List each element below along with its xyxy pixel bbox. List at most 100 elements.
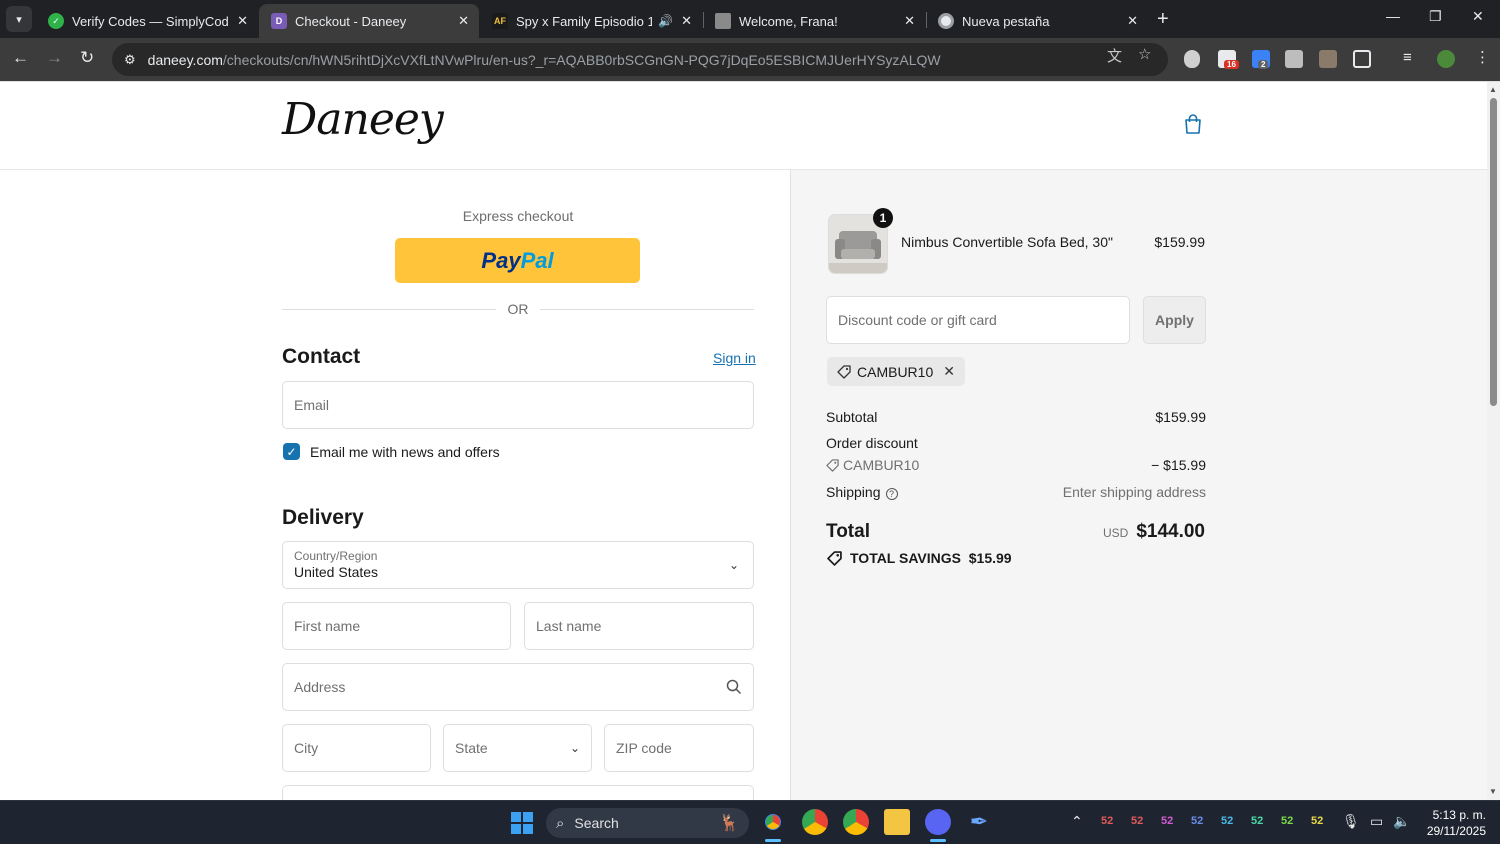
feather-app-icon[interactable]: ✒ [966, 809, 992, 835]
tray-counter[interactable]: 52 [1311, 815, 1323, 827]
extensions-puzzle-icon[interactable] [1353, 50, 1371, 68]
tray-counter[interactable]: 52 [1161, 815, 1173, 827]
newsletter-checkbox[interactable]: ✓ [283, 443, 300, 460]
url-text[interactable]: daneey.com/checkouts/cn/hWN5rihtDjXcVXfL… [148, 52, 941, 68]
subtotal-row: Subtotal $159.99 [826, 409, 1206, 425]
shipping-value: Enter shipping address [1062, 484, 1206, 500]
taskbar-search-label: Search [574, 815, 619, 831]
chrome-profile-2-icon[interactable] [802, 809, 828, 835]
taskbar-search[interactable]: ⌕ Search 🦌 [546, 808, 749, 838]
tray-counter[interactable]: 52 [1131, 815, 1143, 827]
store-logo[interactable]: Daneey [282, 94, 444, 145]
info-icon[interactable]: ? [885, 488, 898, 500]
microphone-icon[interactable]: 🎙 [1342, 813, 1360, 830]
tab-search-button[interactable]: ▾ [6, 6, 32, 32]
tray-counter[interactable]: 52 [1101, 815, 1113, 827]
zip-field[interactable]: ZIP code [604, 724, 754, 772]
speaker-icon[interactable]: 🔊 [658, 14, 673, 28]
bookmark-star-icon[interactable]: ☆ [1138, 45, 1151, 63]
browser-menu-icon[interactable]: ⋮ [1475, 48, 1490, 66]
product-name: Nimbus Convertible Sofa Bed, 30" [901, 234, 1113, 250]
tab-checkout[interactable]: D Checkout - Daneey ✕ [259, 4, 479, 38]
tray-counter[interactable]: 52 [1191, 815, 1203, 827]
discount-code-input[interactable]: Discount code or gift card [826, 296, 1130, 344]
remove-code-icon[interactable]: ✕ [943, 363, 955, 380]
extension-3-icon[interactable] [1285, 50, 1303, 68]
tab-title: Verify Codes — SimplyCodes [72, 13, 230, 29]
profile-avatar[interactable] [1437, 50, 1455, 68]
clock-date: 29/11/2025 [1426, 824, 1486, 838]
tab-welcome[interactable]: Welcome, Frana! ✕ [703, 4, 925, 38]
shopping-bag-icon[interactable] [1184, 114, 1202, 134]
tab-title: Nueva pestaña [962, 13, 1050, 29]
tab-spy-family[interactable]: AF Spy x Family Episodio 16 Su 🔊 ✕ [480, 4, 702, 38]
windows-start-icon[interactable] [511, 812, 533, 834]
minimize-icon[interactable]: — [1386, 8, 1400, 24]
close-window-icon[interactable]: ✕ [1472, 8, 1484, 25]
tray-counter[interactable]: 52 [1281, 815, 1293, 827]
volume-icon[interactable]: 🔈 [1393, 813, 1410, 830]
address-field[interactable]: Address [282, 663, 754, 711]
daneey-favicon-icon: D [271, 13, 287, 29]
tab-simplycodes[interactable]: ✓ Verify Codes — SimplyCodes ✕ [36, 4, 258, 38]
chrome-profile-3-icon[interactable] [843, 809, 869, 835]
email-field[interactable]: Email [282, 381, 754, 429]
system-clock[interactable]: 5:13 p. m. 29/11/2025 [1420, 807, 1486, 839]
shield-extension-icon[interactable] [1184, 50, 1200, 68]
close-tab-icon[interactable]: ✕ [904, 13, 915, 29]
animeflv-favicon-icon: AF [492, 13, 508, 29]
chevron-down-icon: ⌄ [569, 741, 580, 755]
total-savings: TOTAL SAVINGS $15.99 [827, 550, 1012, 566]
discount-placeholder: Discount code or gift card [838, 312, 997, 328]
close-tab-icon[interactable]: ✕ [237, 13, 248, 29]
country-value: United States [294, 564, 379, 580]
reload-icon[interactable]: ↻ [80, 48, 94, 68]
back-icon[interactable]: ← [12, 48, 29, 68]
new-tab-icon[interactable]: + [1157, 8, 1169, 31]
newsletter-option[interactable]: ✓ Email me with news and offers [283, 443, 500, 460]
close-tab-icon[interactable]: ✕ [681, 13, 692, 29]
translate-icon[interactable]: 文 [1107, 45, 1122, 66]
country-select[interactable]: Country/Region United States ⌄ [282, 541, 754, 589]
address-bar[interactable]: ⚙ daneey.com/checkouts/cn/hWN5rihtDjXcVX… [112, 43, 1168, 76]
tray-counter[interactable]: 52 [1251, 815, 1263, 827]
close-tab-icon[interactable]: ✕ [1127, 13, 1138, 29]
discord-icon[interactable] [925, 809, 951, 835]
tray-counter[interactable]: 52 [1221, 815, 1233, 827]
tab-new-tab[interactable]: Nueva pestaña ✕ [926, 4, 1148, 38]
scroll-down-icon[interactable]: ▼ [1489, 787, 1497, 796]
paypal-button[interactable]: Pay Pal [395, 238, 640, 283]
apply-button[interactable]: Apply [1143, 296, 1206, 344]
first-name-field[interactable]: First name [282, 602, 511, 650]
forward-icon[interactable]: → [46, 48, 63, 68]
clock-time: 5:13 p. m. [1432, 808, 1486, 822]
scroll-up-icon[interactable]: ▲ [1489, 85, 1497, 94]
first-name-placeholder: First name [294, 618, 361, 634]
tag-icon [827, 550, 842, 566]
browser-toolbar: ← → ↻ ⚙ daneey.com/checkouts/cn/hWN5riht… [0, 38, 1500, 81]
sign-in-link[interactable]: Sign in [713, 350, 756, 366]
state-placeholder: State [455, 740, 488, 756]
chrome-taskbar-icon[interactable] [760, 809, 786, 835]
scrollbar-thumb[interactable] [1490, 98, 1497, 406]
close-tab-icon[interactable]: ✕ [458, 13, 469, 29]
restore-icon[interactable]: ❐ [1429, 8, 1442, 25]
deer-icon: 🦌 [719, 815, 739, 832]
city-field[interactable]: City [282, 724, 431, 772]
network-icon[interactable]: ▭ [1370, 813, 1383, 830]
file-explorer-icon[interactable] [884, 809, 910, 835]
site-info-icon[interactable]: ⚙ [124, 52, 136, 68]
order-discount-row: Order discount [826, 435, 1206, 451]
search-icon: ⌕ [556, 814, 565, 832]
page-scrollbar[interactable]: ▲ ▼ [1487, 82, 1500, 800]
media-control-icon[interactable]: ≡ [1403, 49, 1412, 66]
store-header: Daneey [0, 82, 1487, 170]
newsletter-label: Email me with news and offers [310, 443, 500, 460]
tray-overflow-icon[interactable]: ⌃ [1071, 813, 1083, 830]
discount-value: − $15.99 [1151, 457, 1206, 473]
extension-4-icon[interactable] [1319, 50, 1337, 68]
shipping-label: Shipping [826, 484, 881, 500]
state-select[interactable]: State ⌄ [443, 724, 592, 772]
last-name-field[interactable]: Last name [524, 602, 754, 650]
subtotal-label: Subtotal [826, 409, 878, 425]
